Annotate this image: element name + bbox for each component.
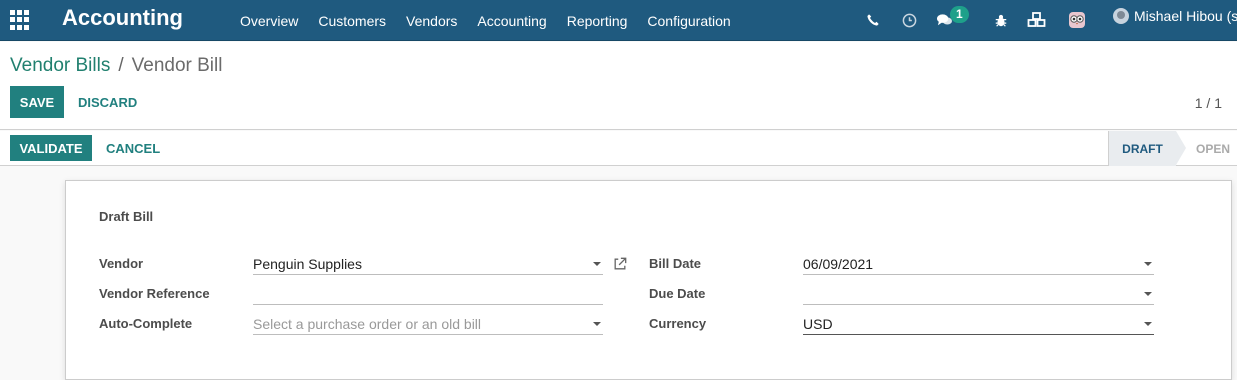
cancel-button[interactable]: CANCEL	[106, 141, 160, 156]
vendor-reference-field[interactable]	[253, 283, 603, 305]
app-brand-title[interactable]: Accounting	[62, 5, 183, 31]
owl-icon[interactable]	[1066, 9, 1088, 31]
currency-value: USD	[803, 315, 833, 332]
bill-date-dropdown-icon[interactable]	[1144, 261, 1152, 266]
apps-menu-icon[interactable]	[10, 10, 30, 30]
status-bar: VALIDATE CANCEL DRAFT OPEN	[0, 131, 1237, 166]
top-navbar: Accounting Overview Customers Vendors Ac…	[0, 0, 1237, 41]
breadcrumb-separator: /	[118, 55, 124, 76]
bill-date-label: Bill Date	[649, 256, 702, 271]
stage-open[interactable]: OPEN	[1196, 131, 1230, 166]
pager-counter[interactable]: 1 / 1	[1195, 95, 1222, 111]
main-menu: Overview Customers Vendors Accounting Re…	[230, 0, 741, 41]
currency-label: Currency	[649, 316, 707, 331]
menu-item-vendors[interactable]: Vendors	[396, 13, 467, 29]
validate-button[interactable]: VALIDATE	[10, 135, 92, 161]
bug-icon[interactable]	[990, 9, 1012, 31]
vendor-dropdown-icon[interactable]	[593, 261, 601, 266]
auto-complete-label: Auto-Complete	[99, 316, 193, 331]
form-title: Draft Bill	[99, 209, 154, 224]
save-button[interactable]: SAVE	[10, 86, 64, 118]
avatar	[1113, 8, 1129, 24]
stage-arrow	[1176, 131, 1186, 165]
discard-button[interactable]: DISCARD	[78, 95, 137, 110]
cubes-icon[interactable]	[1026, 9, 1048, 31]
user-name: Mishael Hibou (s	[1134, 8, 1237, 24]
menu-item-configuration[interactable]: Configuration	[637, 13, 740, 29]
currency-dropdown-icon[interactable]	[1144, 321, 1152, 326]
messages-count-badge: 1	[950, 6, 969, 23]
menu-item-reporting[interactable]: Reporting	[557, 13, 638, 29]
activity-clock-icon[interactable]	[898, 9, 920, 31]
breadcrumb: Vendor Bills / Vendor Bill	[10, 55, 222, 77]
stage-draft[interactable]: DRAFT	[1108, 131, 1176, 166]
currency-field[interactable]: USD	[803, 313, 1154, 335]
due-date-field[interactable]	[803, 283, 1154, 305]
control-panel: Vendor Bills / Vendor Bill SAVE DISCARD …	[0, 42, 1237, 130]
vendor-value: Penguin Supplies	[253, 255, 362, 272]
vendor-reference-label: Vendor Reference	[99, 286, 210, 301]
bill-date-value: 06/09/2021	[803, 255, 874, 272]
auto-complete-dropdown-icon[interactable]	[593, 321, 601, 326]
vendor-label: Vendor	[99, 256, 144, 271]
external-link-icon[interactable]	[613, 257, 629, 273]
vendor-field[interactable]: Penguin Supplies	[253, 253, 603, 275]
breadcrumb-current: Vendor Bill	[131, 55, 223, 76]
phone-icon[interactable]	[862, 9, 884, 31]
user-menu[interactable]: Mishael Hibou (s	[1113, 8, 1237, 24]
auto-complete-field[interactable]: Select a purchase order or an old bill	[253, 313, 603, 335]
auto-complete-placeholder: Select a purchase order or an old bill	[253, 315, 482, 332]
due-date-dropdown-icon[interactable]	[1144, 291, 1152, 296]
due-date-label: Due Date	[649, 286, 706, 301]
bill-date-field[interactable]: 06/09/2021	[803, 253, 1154, 275]
breadcrumb-vendor-bills[interactable]: Vendor Bills	[10, 55, 110, 77]
menu-item-accounting[interactable]: Accounting	[467, 13, 556, 29]
form-sheet: Draft Bill Vendor Penguin Supplies Vendo…	[65, 180, 1232, 380]
menu-item-overview[interactable]: Overview	[230, 13, 308, 29]
menu-item-customers[interactable]: Customers	[308, 13, 396, 29]
